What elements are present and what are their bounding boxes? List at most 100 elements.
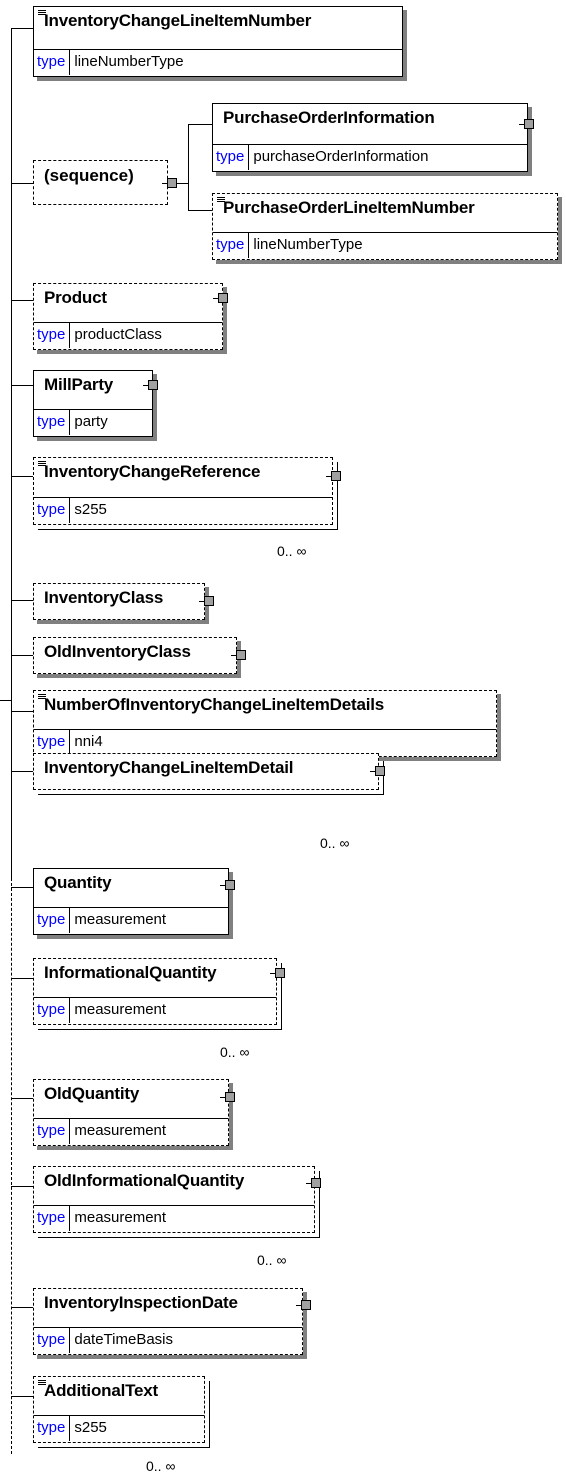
branch bbox=[11, 887, 33, 888]
expand-icon[interactable] bbox=[306, 1178, 321, 1188]
spine-line bbox=[11, 28, 12, 878]
branch bbox=[11, 711, 33, 712]
branch bbox=[11, 300, 33, 301]
expand-icon[interactable] bbox=[296, 1300, 311, 1310]
cardinality-label: 0.. ∞ bbox=[257, 1252, 287, 1268]
element-name: OldInventoryClass bbox=[44, 642, 191, 661]
expand-icon[interactable] bbox=[199, 596, 214, 606]
type-keyword: type bbox=[34, 1328, 71, 1353]
element-inventory-change-line-item-number[interactable]: InventoryChangeLineItemNumber type lineNu… bbox=[33, 6, 403, 77]
type-keyword: type bbox=[34, 323, 71, 348]
sequence-label: (sequence) bbox=[44, 166, 134, 185]
type-keyword: type bbox=[213, 233, 250, 258]
element-name: AdditionalText bbox=[44, 1381, 158, 1400]
element-purchase-order-line-item-number[interactable]: PurchaseOrderLineItemNumber type lineNumb… bbox=[212, 193, 558, 260]
documentation-icon bbox=[217, 197, 225, 204]
cardinality-label: 0.. ∞ bbox=[146, 1458, 176, 1474]
element-number-of-inventory-change-line-item-details[interactable]: NumberOfInventoryChangeLineItemDetails t… bbox=[33, 690, 497, 757]
expand-icon[interactable] bbox=[270, 968, 285, 978]
element-type: nni4 bbox=[74, 733, 103, 750]
branch bbox=[11, 1098, 33, 1099]
element-name: InformationalQuantity bbox=[44, 963, 217, 982]
element-type: measurement bbox=[74, 1209, 167, 1226]
documentation-icon bbox=[38, 10, 46, 17]
element-name: InventoryChangeLineItemNumber bbox=[44, 11, 312, 30]
type-keyword: type bbox=[34, 730, 71, 755]
element-quantity[interactable]: Quantity type measurement bbox=[33, 868, 229, 935]
expand-icon[interactable] bbox=[519, 119, 534, 129]
element-mill-party[interactable]: MillParty type party bbox=[33, 370, 153, 437]
element-type: s255 bbox=[74, 1419, 107, 1436]
expand-icon[interactable] bbox=[162, 178, 177, 188]
seq-connector bbox=[188, 124, 189, 210]
element-old-inventory-class[interactable]: OldInventoryClass bbox=[33, 637, 237, 674]
type-keyword: type bbox=[34, 410, 71, 435]
expand-icon[interactable] bbox=[143, 380, 158, 390]
element-type: measurement bbox=[74, 911, 167, 928]
element-name: NumberOfInventoryChangeLineItemDetails bbox=[44, 695, 385, 714]
element-type: lineNumberType bbox=[74, 53, 184, 70]
type-keyword: type bbox=[213, 145, 250, 170]
branch bbox=[11, 476, 33, 477]
element-name: InventoryChangeLineItemDetail bbox=[44, 758, 294, 777]
type-keyword: type bbox=[34, 998, 71, 1023]
branch bbox=[11, 28, 33, 29]
type-keyword: type bbox=[34, 498, 71, 523]
branch bbox=[11, 600, 33, 601]
element-old-quantity[interactable]: OldQuantity type measurement bbox=[33, 1079, 229, 1146]
branch bbox=[11, 978, 33, 979]
seq-connector bbox=[188, 124, 212, 125]
expand-icon[interactable] bbox=[370, 766, 385, 776]
element-type: purchaseOrderInformation bbox=[253, 148, 429, 165]
branch bbox=[11, 1307, 33, 1308]
element-name: PurchaseOrderInformation bbox=[223, 108, 435, 127]
element-name: InventoryInspectionDate bbox=[44, 1293, 238, 1312]
expand-icon[interactable] bbox=[220, 880, 235, 890]
element-purchase-order-information[interactable]: PurchaseOrderInformation type purchaseOrd… bbox=[212, 103, 528, 172]
branch bbox=[11, 1396, 33, 1397]
element-additional-text[interactable]: AdditionalText type s255 bbox=[33, 1376, 210, 1448]
element-old-informational-quantity[interactable]: OldInformationalQuantity type measurement bbox=[33, 1166, 320, 1238]
documentation-icon bbox=[38, 1380, 46, 1387]
branch bbox=[11, 183, 33, 184]
type-keyword: type bbox=[34, 50, 71, 75]
element-inventory-change-reference[interactable]: InventoryChangeReference type s255 bbox=[33, 457, 338, 530]
branch bbox=[11, 771, 33, 772]
type-keyword: type bbox=[34, 908, 71, 933]
element-inventory-change-line-item-detail[interactable]: InventoryChangeLineItemDetail bbox=[33, 753, 384, 795]
element-inventory-class[interactable]: InventoryClass bbox=[33, 583, 205, 620]
element-name: OldInformationalQuantity bbox=[44, 1171, 245, 1190]
expand-icon[interactable] bbox=[326, 471, 341, 481]
element-type: s255 bbox=[74, 501, 107, 518]
expand-icon[interactable] bbox=[220, 1092, 235, 1102]
cardinality-label: 0.. ∞ bbox=[320, 835, 350, 851]
expand-icon[interactable] bbox=[213, 293, 228, 303]
cardinality-label: 0.. ∞ bbox=[220, 1044, 250, 1060]
element-inventory-inspection-date[interactable]: InventoryInspectionDate type dateTimeBasi… bbox=[33, 1288, 303, 1355]
element-type: productClass bbox=[74, 326, 162, 343]
schema-diagram: InventoryChangeLineItemNumber type lineNu… bbox=[0, 0, 566, 1478]
type-keyword: type bbox=[34, 1206, 71, 1231]
seq-connector bbox=[188, 210, 212, 211]
documentation-icon bbox=[38, 694, 46, 701]
expand-icon[interactable] bbox=[231, 650, 246, 660]
seq-connector bbox=[176, 183, 188, 184]
element-name: MillParty bbox=[44, 375, 114, 394]
element-type: party bbox=[74, 413, 108, 430]
sequence-compositor[interactable]: (sequence) bbox=[33, 160, 168, 205]
branch bbox=[11, 1186, 33, 1187]
documentation-icon bbox=[38, 461, 46, 468]
element-name: Quantity bbox=[44, 873, 112, 892]
spine-connector bbox=[0, 700, 12, 701]
branch bbox=[11, 655, 33, 656]
element-informational-quantity[interactable]: InformationalQuantity type measurement bbox=[33, 958, 282, 1030]
element-name: InventoryClass bbox=[44, 588, 164, 607]
element-type: dateTimeBasis bbox=[74, 1331, 174, 1348]
element-name: PurchaseOrderLineItemNumber bbox=[223, 198, 475, 217]
element-product[interactable]: Product type productClass bbox=[33, 283, 223, 350]
cardinality-label: 0.. ∞ bbox=[277, 543, 307, 559]
element-type: measurement bbox=[74, 1122, 167, 1139]
type-keyword: type bbox=[34, 1119, 71, 1144]
branch bbox=[11, 385, 33, 386]
type-keyword: type bbox=[34, 1416, 71, 1441]
